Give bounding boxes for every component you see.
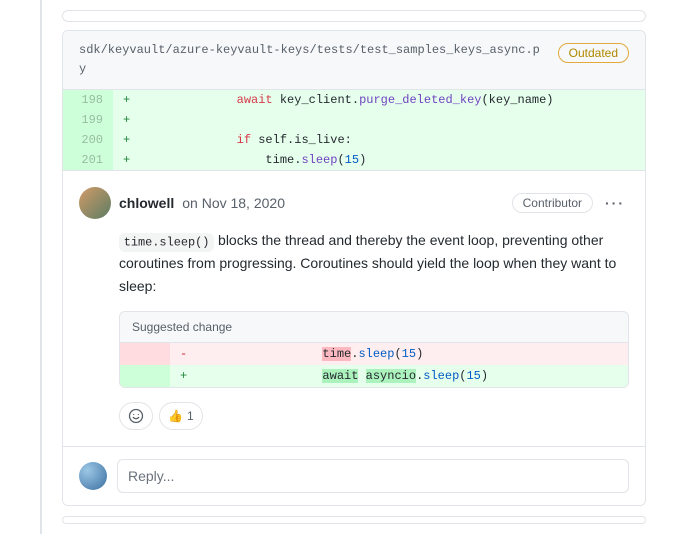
line-number[interactable]: 199 [63,110,113,130]
smiley-icon [128,408,144,424]
thumbs-up-reaction[interactable]: 👍 1 [159,402,203,430]
thumbs-up-count: 1 [187,409,194,423]
suggested-change: Suggested change - time.sleep(15) + awai… [119,311,629,388]
current-user-avatar[interactable] [79,462,107,490]
file-header: sdk/keyvault/azure-keyvault-keys/tests/t… [63,31,645,90]
comment-author[interactable]: chlowell [119,195,174,211]
diff-row: 198+ await key_client.purge_deleted_key(… [63,90,645,110]
line-number[interactable]: 198 [63,90,113,110]
collapsed-card-above [62,10,646,22]
review-thread: sdk/keyvault/azure-keyvault-keys/tests/t… [62,30,646,506]
thumbs-up-icon: 👍 [168,409,183,423]
diff-code [140,110,645,130]
diff-row: 200+ if self.is_live: [63,130,645,150]
line-number[interactable]: 201 [63,150,113,170]
outdated-badge: Outdated [558,43,629,63]
review-comment: chlowell on Nov 18, 2020 Contributor ···… [63,170,645,446]
role-badge: Contributor [512,193,593,213]
reaction-bar: 👍 1 [119,402,629,430]
minus-icon: - [170,343,197,365]
collapsed-card-below [62,516,646,524]
reply-input[interactable] [117,459,629,493]
suggestion-add-row: + await asyncio.sleep(15) [120,365,628,387]
diff-row: 199+ [63,110,645,130]
diff-table: 198+ await key_client.purge_deleted_key(… [63,90,645,170]
diff-row: 201+ time.sleep(15) [63,150,645,170]
diff-code: await key_client.purge_deleted_key(key_n… [140,90,645,110]
plus-icon: + [113,110,140,130]
suggestion-add-code: await asyncio.sleep(15) [197,365,628,387]
diff-code: time.sleep(15) [140,150,645,170]
comment-timestamp[interactable]: on Nov 18, 2020 [182,195,285,211]
plus-icon: + [113,90,140,110]
suggested-change-header: Suggested change [120,312,628,343]
add-reaction-button[interactable] [119,402,153,430]
line-number[interactable]: 200 [63,130,113,150]
inline-code: time.sleep() [119,233,214,252]
comment-body: time.sleep() blocks the thread and there… [119,229,629,297]
plus-icon: + [113,150,140,170]
reply-row [63,446,645,505]
file-path[interactable]: sdk/keyvault/azure-keyvault-keys/tests/t… [79,41,546,79]
diff-code: if self.is_live: [140,130,645,150]
plus-icon: + [113,130,140,150]
suggestion-del-row: - time.sleep(15) [120,343,628,365]
avatar[interactable] [79,187,111,219]
kebab-icon[interactable]: ··· [601,191,629,215]
suggestion-del-code: time.sleep(15) [197,343,628,365]
plus-icon: + [170,365,197,387]
